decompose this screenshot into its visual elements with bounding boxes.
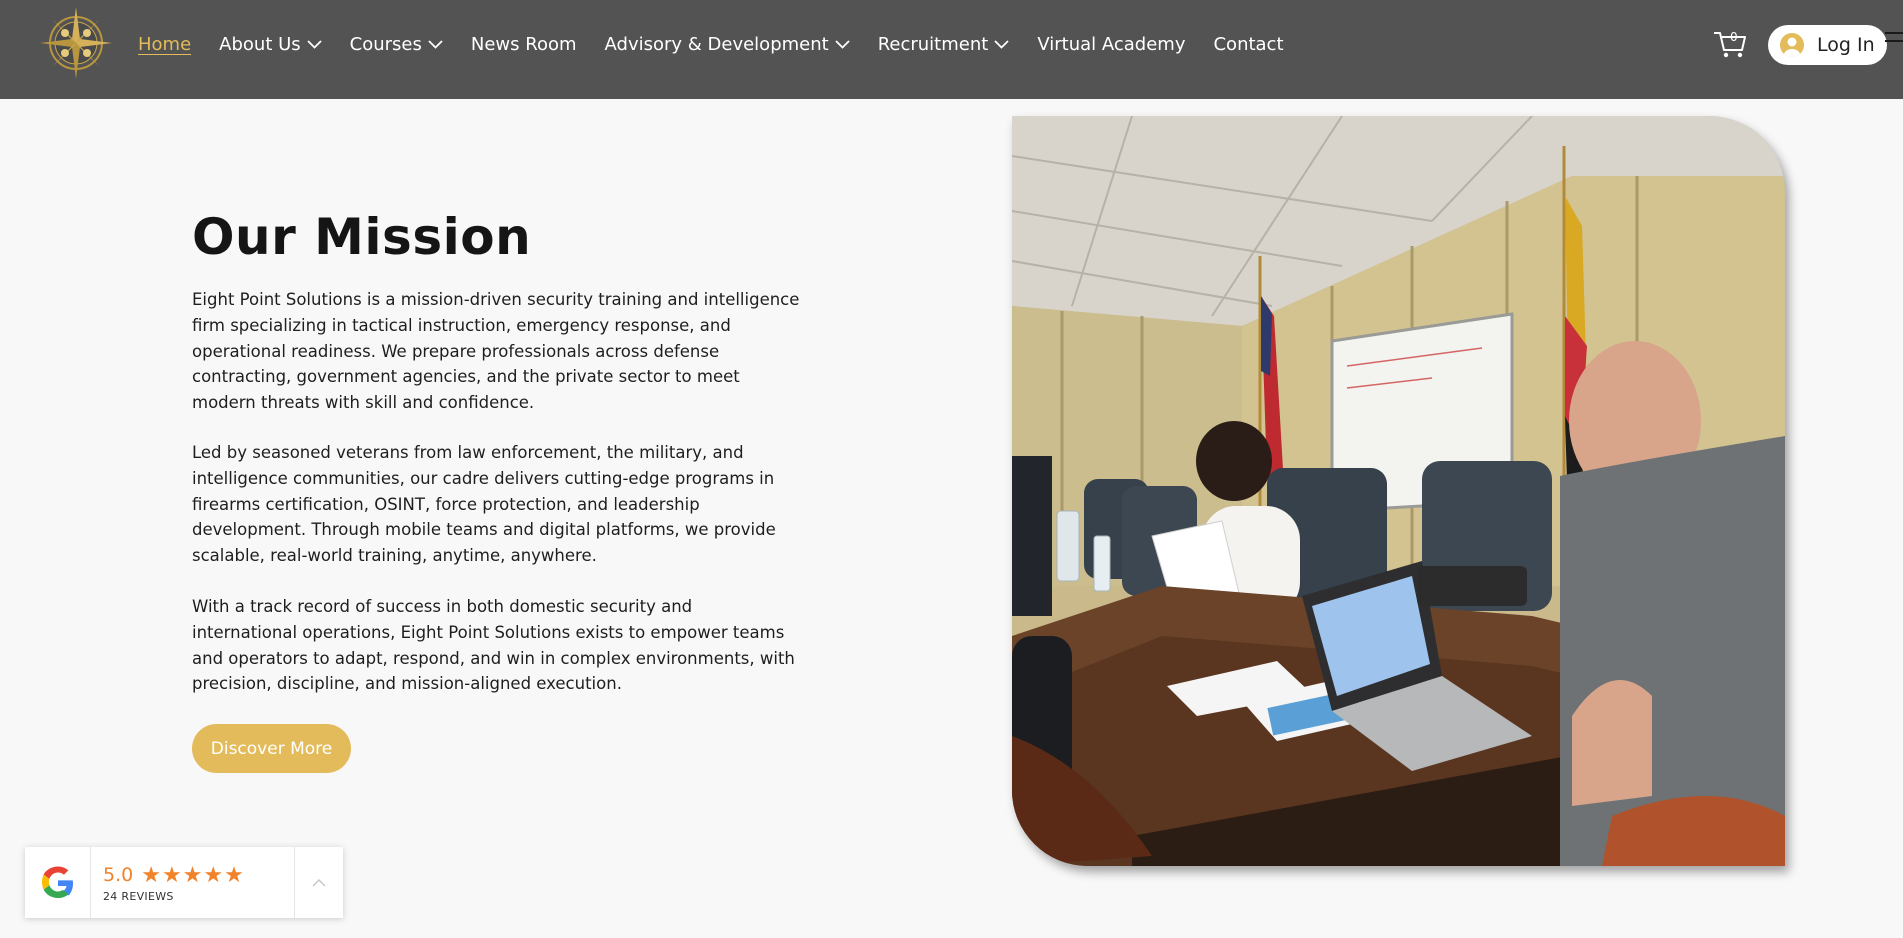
mission-paragraph-3: With a track record of success in both d… [192, 597, 795, 694]
nav-news-room[interactable]: News Room [471, 34, 577, 55]
mission-title: Our Mission [192, 208, 532, 266]
chevron-down-icon [994, 40, 1009, 49]
google-logo-icon [25, 847, 91, 918]
nav-home-label: Home [138, 34, 192, 55]
nav-news-room-label: News Room [470, 34, 577, 55]
login-label: Log In [1817, 34, 1875, 56]
mission-paragraph-1: Eight Point Solutions is a mission-drive… [192, 290, 800, 413]
site-header: Home About Us Courses News Room Advisory… [0, 0, 1903, 99]
nav-advisory-development[interactable]: Advisory & Development [605, 34, 850, 55]
reviews-summary: 5.0 ★★★★★ 24 REVIEWS [91, 863, 294, 903]
nav-home[interactable]: Home [138, 34, 191, 55]
nav-contact-label: Contact [1213, 34, 1284, 55]
chevron-down-icon [307, 40, 322, 49]
google-reviews-badge[interactable]: 5.0 ★★★★★ 24 REVIEWS [25, 847, 343, 918]
nav-recruitment-label: Recruitment [877, 34, 989, 55]
nav-courses-label: Courses [349, 34, 422, 55]
eight-point-logo[interactable] [38, 5, 114, 81]
cart-count: 0 [1730, 30, 1738, 44]
discover-more-button[interactable]: Discover More [192, 724, 351, 773]
nav-about-us-label: About Us [219, 34, 301, 55]
star-rating-icon: ★★★★★ [141, 862, 245, 888]
nav-virtual-academy[interactable]: Virtual Academy [1037, 34, 1185, 55]
menu-icon[interactable] [1885, 32, 1903, 54]
training-room-photo [1012, 116, 1785, 866]
nav-advisory-label: Advisory & Development [604, 34, 829, 55]
chevron-up-icon[interactable] [294, 847, 342, 918]
chevron-down-icon [835, 40, 850, 49]
user-avatar-icon [1780, 33, 1804, 57]
nav-recruitment[interactable]: Recruitment [878, 34, 1010, 55]
chevron-down-icon [428, 40, 443, 49]
main-nav: Home About Us Courses News Room Advisory… [138, 0, 1312, 89]
reviews-count: 24 REVIEWS [103, 889, 174, 903]
mission-paragraph-2: Led by seasoned veterans from law enforc… [192, 443, 776, 566]
nav-contact[interactable]: Contact [1213, 34, 1283, 55]
nav-virtual-academy-label: Virtual Academy [1037, 34, 1186, 55]
rating-value: 5.0 [103, 864, 134, 886]
nav-courses[interactable]: Courses [350, 34, 443, 55]
nav-about-us[interactable]: About Us [219, 34, 322, 55]
login-button[interactable]: Log In [1768, 25, 1887, 65]
